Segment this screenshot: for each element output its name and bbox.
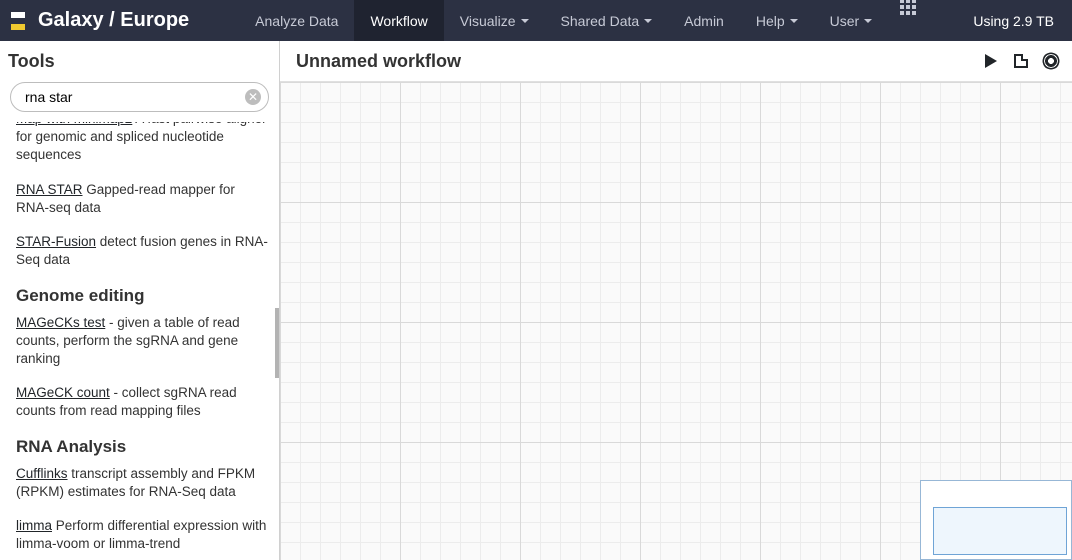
tool-list[interactable]: Map with minimap2 A fast pairwise aligne… bbox=[0, 122, 279, 560]
canvas-actions bbox=[982, 52, 1060, 70]
run-button[interactable] bbox=[982, 52, 1000, 70]
section-genome-editing: Genome editing bbox=[16, 286, 269, 306]
galaxy-logo-icon[interactable] bbox=[8, 10, 30, 32]
apps-grid-icon[interactable] bbox=[900, 0, 918, 14]
tool-desc: Perform differential expression with lim… bbox=[16, 518, 266, 551]
settings-button[interactable] bbox=[1042, 52, 1060, 70]
tool-link[interactable]: Map with minimap2 bbox=[16, 122, 132, 126]
clear-search-icon[interactable]: ✕ bbox=[245, 89, 261, 105]
chevron-down-icon bbox=[644, 19, 652, 23]
tool-item[interactable]: MAGeCKs test - given a table of read cou… bbox=[16, 314, 269, 369]
nav-label: Help bbox=[756, 13, 785, 29]
nav-workflow[interactable]: Workflow bbox=[354, 0, 443, 41]
chevron-down-icon bbox=[790, 19, 798, 23]
save-button[interactable] bbox=[1012, 52, 1030, 70]
canvas-head: Unnamed workflow bbox=[280, 41, 1072, 82]
nav-label: Visualize bbox=[460, 13, 516, 29]
workflow-title[interactable]: Unnamed workflow bbox=[296, 51, 461, 72]
section-rna-analysis: RNA Analysis bbox=[16, 437, 269, 457]
nav-help[interactable]: Help bbox=[740, 0, 814, 41]
search-input[interactable] bbox=[10, 82, 269, 112]
tool-desc: A fast pairwise aligner for genomic and … bbox=[16, 122, 267, 162]
search-wrap: ✕ bbox=[0, 76, 279, 122]
scrollbar-thumb[interactable] bbox=[275, 308, 279, 378]
tool-item[interactable]: limma Perform differential expression wi… bbox=[16, 517, 269, 553]
sidebar-title: Tools bbox=[0, 41, 279, 76]
nav-label: User bbox=[830, 13, 860, 29]
nav-user[interactable]: User bbox=[814, 0, 889, 41]
tool-item[interactable]: STAR-Fusion detect fusion genes in RNA-S… bbox=[16, 233, 269, 269]
storage-usage[interactable]: Using 2.9 TB bbox=[973, 13, 1054, 29]
play-icon bbox=[985, 54, 997, 68]
tool-item[interactable]: MAGeCK count - collect sgRNA read counts… bbox=[16, 384, 269, 420]
chevron-down-icon bbox=[864, 19, 872, 23]
nav-label: Analyze Data bbox=[255, 13, 338, 29]
tool-item[interactable]: Map with minimap2 A fast pairwise aligne… bbox=[16, 122, 269, 165]
chevron-down-icon bbox=[521, 19, 529, 23]
main-nav: Analyze Data Workflow Visualize Shared D… bbox=[239, 0, 918, 41]
tools-sidebar: Tools ✕ Map with minimap2 A fast pairwis… bbox=[0, 41, 280, 560]
gear-icon bbox=[1044, 54, 1058, 68]
content: Tools ✕ Map with minimap2 A fast pairwis… bbox=[0, 41, 1072, 560]
tool-link[interactable]: MAGeCK count bbox=[16, 385, 110, 400]
tool-link[interactable]: RNA STAR bbox=[16, 182, 83, 197]
minimap-viewport[interactable] bbox=[933, 507, 1067, 555]
nav-label: Shared Data bbox=[561, 13, 640, 29]
workflow-canvas[interactable] bbox=[280, 82, 1072, 560]
tool-link[interactable]: Cufflinks bbox=[16, 466, 68, 481]
tool-link[interactable]: STAR-Fusion bbox=[16, 234, 96, 249]
nav-label: Workflow bbox=[370, 13, 427, 29]
search: ✕ bbox=[10, 82, 269, 112]
tool-link[interactable]: limma bbox=[16, 518, 52, 533]
tool-link[interactable]: MAGeCKs test bbox=[16, 315, 105, 330]
nav-analyze-data[interactable]: Analyze Data bbox=[239, 0, 354, 41]
tool-item[interactable]: RNA STAR Gapped-read mapper for RNA-seq … bbox=[16, 181, 269, 217]
brand-title[interactable]: Galaxy / Europe bbox=[38, 9, 189, 32]
canvas-area: Unnamed workflow bbox=[280, 41, 1072, 560]
nav-visualize[interactable]: Visualize bbox=[444, 0, 545, 41]
nav-shared-data[interactable]: Shared Data bbox=[545, 0, 669, 41]
nav-admin[interactable]: Admin bbox=[668, 0, 740, 41]
topbar: Galaxy / Europe Analyze Data Workflow Vi… bbox=[0, 0, 1072, 41]
nav-label: Admin bbox=[684, 13, 724, 29]
save-icon bbox=[1014, 54, 1028, 68]
tool-item[interactable]: Cufflinks transcript assembly and FPKM (… bbox=[16, 465, 269, 501]
minimap[interactable] bbox=[920, 480, 1072, 560]
